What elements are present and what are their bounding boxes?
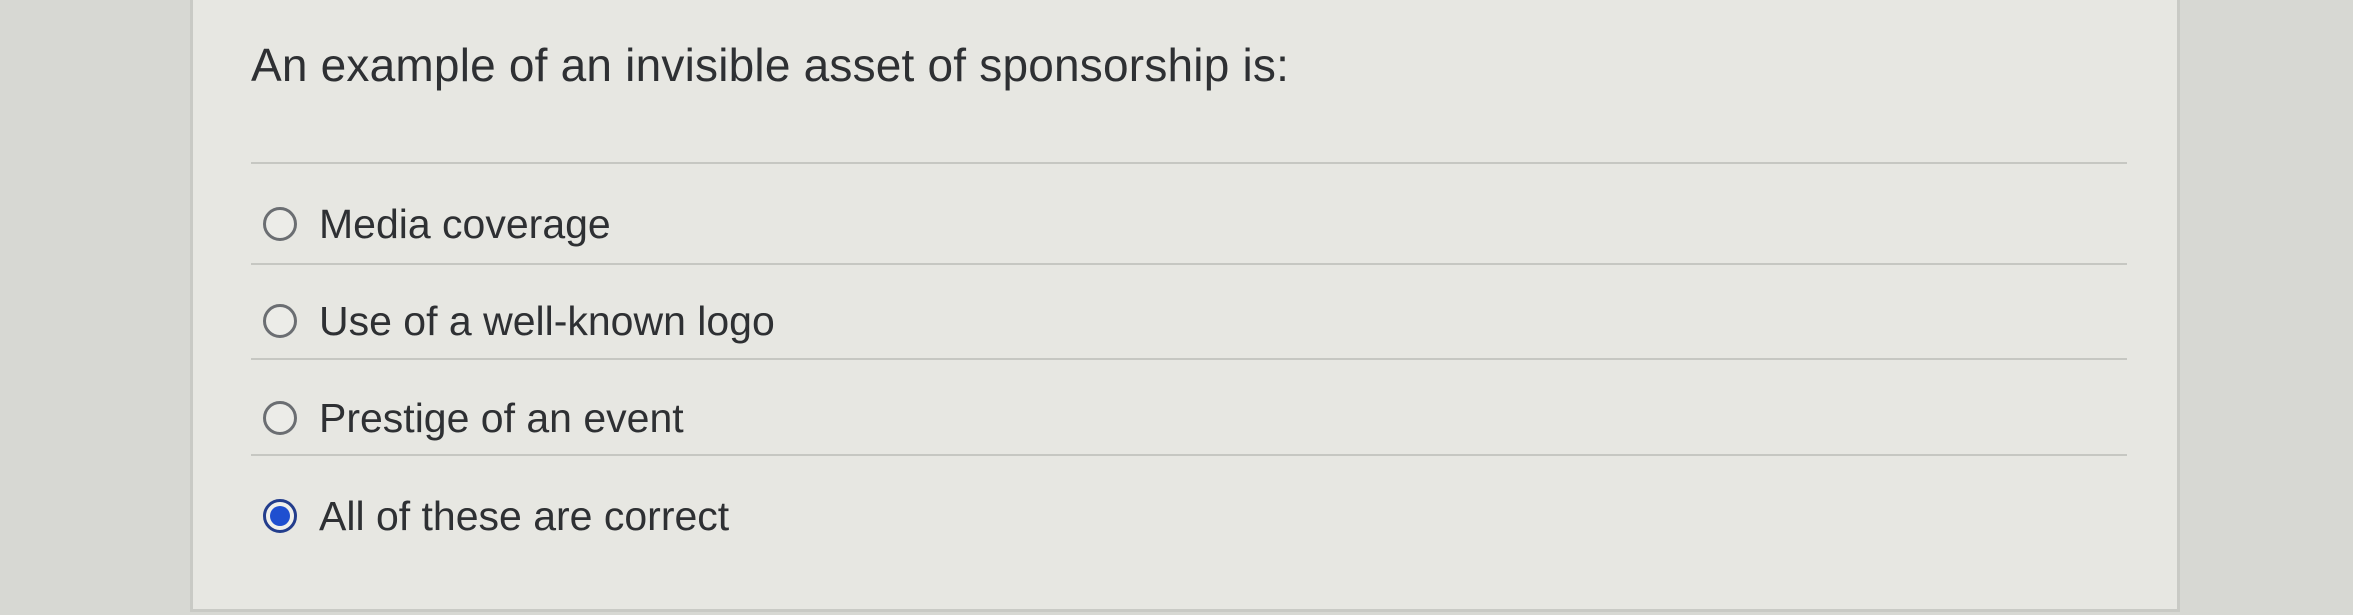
page: An example of an invisible asset of spon… xyxy=(0,0,2353,615)
question-card: An example of an invisible asset of spon… xyxy=(190,0,2180,612)
option-label: All of these are correct xyxy=(319,492,730,539)
divider xyxy=(251,358,2127,360)
option-well-known-logo[interactable]: Use of a well-known logo xyxy=(263,286,775,356)
option-all-correct[interactable]: All of these are correct xyxy=(263,481,729,551)
divider xyxy=(251,162,2127,164)
option-label: Media coverage xyxy=(319,200,611,247)
option-prestige-event[interactable]: Prestige of an event xyxy=(263,383,684,453)
radio-button-selected[interactable] xyxy=(263,499,297,533)
divider xyxy=(251,263,2127,265)
option-label: Use of a well-known logo xyxy=(319,297,775,344)
radio-button[interactable] xyxy=(263,401,297,435)
option-media-coverage[interactable]: Media coverage xyxy=(263,189,611,259)
radio-button[interactable] xyxy=(263,207,297,241)
radio-button[interactable] xyxy=(263,304,297,338)
question-text: An example of an invisible asset of spon… xyxy=(251,39,1290,91)
option-label: Prestige of an event xyxy=(319,394,684,441)
divider xyxy=(251,454,2127,456)
